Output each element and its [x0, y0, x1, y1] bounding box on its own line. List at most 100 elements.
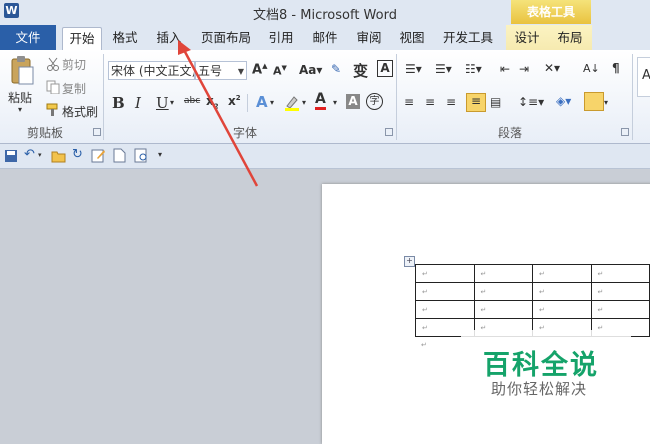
- tab-format[interactable]: 格式: [107, 27, 143, 49]
- edit-icon[interactable]: [91, 148, 106, 166]
- chevron-down-icon[interactable]: ▾: [38, 151, 42, 159]
- inline-separator: [247, 94, 248, 112]
- redo-icon[interactable]: ↻: [72, 147, 83, 162]
- table-cell[interactable]: ↵: [590, 300, 650, 319]
- print-preview-icon[interactable]: [134, 148, 149, 166]
- tab-design[interactable]: 设计: [509, 27, 545, 49]
- line-spacing-icon[interactable]: ↕≡▾: [518, 95, 544, 109]
- watermark-subtitle: 助你轻松解决: [491, 380, 588, 398]
- group-separator: [103, 54, 104, 140]
- tab-page-layout[interactable]: 页面布局: [196, 27, 256, 49]
- cut-button[interactable]: 剪切: [62, 56, 86, 73]
- format-painter-button[interactable]: 格式刷: [62, 103, 98, 120]
- chevron-down-icon[interactable]: ▾: [170, 98, 174, 107]
- tab-developer[interactable]: 开发工具: [437, 27, 499, 49]
- table-cell[interactable]: ↵: [415, 282, 475, 301]
- table-cell[interactable]: ↵: [415, 264, 475, 283]
- italic-icon[interactable]: I: [135, 94, 141, 112]
- table-cell[interactable]: ↵: [415, 300, 475, 319]
- font-color-icon[interactable]: A: [315, 92, 326, 110]
- table-cell[interactable]: ↵: [473, 282, 533, 301]
- paste-icon[interactable]: [9, 55, 35, 87]
- change-case-icon[interactable]: Aa▾: [299, 63, 322, 77]
- font-launcher-icon[interactable]: [385, 128, 393, 136]
- grow-font-icon[interactable]: A▲: [252, 62, 267, 77]
- table-move-handle-icon[interactable]: +: [404, 256, 415, 267]
- table-row: ↵ ↵ ↵ ↵: [415, 300, 650, 319]
- table-cell[interactable]: ↵: [532, 300, 592, 319]
- font-group-label: 字体: [232, 126, 257, 140]
- copy-button[interactable]: 复制: [62, 80, 86, 97]
- table-cell[interactable]: ↵: [590, 282, 650, 301]
- tab-references[interactable]: 引用: [263, 27, 299, 49]
- paragraph-mark: ↵: [421, 341, 427, 349]
- chinese-layout-icon[interactable]: ✕▾: [544, 61, 560, 75]
- chevron-down-icon: ▼: [237, 67, 244, 76]
- shrink-font-icon[interactable]: A▼: [273, 64, 287, 78]
- clipboard-group-label: 剪贴板: [26, 126, 63, 140]
- chevron-down-icon[interactable]: ▾: [302, 98, 306, 107]
- paste-button[interactable]: 粘贴: [8, 89, 32, 106]
- borders-icon[interactable]: [584, 92, 604, 111]
- save-icon[interactable]: [4, 149, 18, 166]
- show-marks-icon[interactable]: ¶: [612, 61, 620, 75]
- tab-insert[interactable]: 插入: [151, 27, 187, 49]
- font-name-value: 宋体 (中文正文): [111, 64, 195, 78]
- chevron-down-icon[interactable]: ▾: [270, 98, 274, 107]
- styles-gallery-preview[interactable]: A: [637, 57, 650, 97]
- clipboard-launcher-icon[interactable]: [93, 128, 101, 136]
- superscript-icon[interactable]: x2: [228, 94, 241, 108]
- character-shading-icon[interactable]: A: [346, 94, 360, 109]
- table-cell[interactable]: ↵: [532, 264, 592, 283]
- tab-file[interactable]: 文件: [0, 25, 56, 50]
- decrease-indent-icon[interactable]: ⇤: [500, 62, 510, 76]
- copy-icon[interactable]: [46, 80, 60, 97]
- paste-dropdown-arrow[interactable]: ▾: [18, 105, 22, 114]
- subscript-icon[interactable]: x2: [206, 94, 219, 110]
- sort-icon[interactable]: A↓: [583, 62, 600, 75]
- tab-layout[interactable]: 布局: [552, 27, 588, 49]
- undo-icon[interactable]: ↶: [24, 147, 35, 162]
- enclose-characters-icon[interactable]: 字: [366, 93, 383, 110]
- underline-icon[interactable]: U: [156, 94, 169, 112]
- character-border-icon[interactable]: A: [377, 60, 393, 77]
- bold-icon[interactable]: B: [112, 94, 125, 112]
- bullets-icon[interactable]: ☰▾: [405, 62, 422, 76]
- numbering-icon[interactable]: ☰▾: [435, 62, 452, 76]
- text-effects-icon[interactable]: A: [256, 93, 268, 111]
- phonetic-guide-icon[interactable]: 变: [353, 60, 368, 81]
- chevron-down-icon[interactable]: ▾: [333, 98, 337, 107]
- align-center-icon[interactable]: ≡: [425, 95, 435, 109]
- align-right-icon[interactable]: ≡: [446, 95, 456, 109]
- tab-view[interactable]: 视图: [394, 27, 430, 49]
- table-row: ↵ ↵ ↵ ↵: [415, 282, 650, 301]
- distributed-icon[interactable]: ▤: [490, 95, 501, 109]
- font-size-combo[interactable]: 五号 ▼: [195, 61, 247, 80]
- justify-icon[interactable]: ≡: [466, 93, 486, 112]
- open-folder-icon[interactable]: [51, 149, 67, 166]
- new-document-icon[interactable]: [113, 148, 126, 166]
- multilevel-list-icon[interactable]: ☷▾: [465, 62, 482, 76]
- format-painter-icon[interactable]: [46, 103, 60, 120]
- clear-formatting-icon[interactable]: ✎: [331, 62, 341, 76]
- highlight-icon[interactable]: [284, 94, 300, 115]
- table-cell[interactable]: ↵: [590, 264, 650, 283]
- chevron-down-icon[interactable]: ▾: [604, 98, 608, 107]
- document-table[interactable]: ↵ ↵ ↵ ↵ ↵ ↵ ↵ ↵ ↵ ↵ ↵ ↵ ↵ ↵ ↵ ↵: [415, 264, 650, 337]
- align-left-icon[interactable]: ≡: [404, 95, 414, 109]
- paragraph-launcher-icon[interactable]: [621, 128, 629, 136]
- shading-icon[interactable]: ◈▾: [556, 94, 571, 108]
- tab-review[interactable]: 审阅: [351, 27, 387, 49]
- customize-toolbar-icon[interactable]: ▾: [158, 150, 162, 159]
- strikethrough-icon[interactable]: abc: [184, 96, 200, 106]
- table-tools-context-label: 表格工具: [511, 0, 591, 24]
- scissors-icon[interactable]: [46, 57, 60, 74]
- table-cell[interactable]: ↵: [473, 300, 533, 319]
- table-cell[interactable]: ↵: [473, 264, 533, 283]
- increase-indent-icon[interactable]: ⇥: [519, 62, 529, 76]
- font-name-combo[interactable]: 宋体 (中文正文): [108, 61, 195, 80]
- tab-mailings[interactable]: 邮件: [307, 27, 343, 49]
- watermark-title: 百科全说: [483, 350, 599, 381]
- tab-home[interactable]: 开始: [62, 27, 102, 51]
- table-cell[interactable]: ↵: [532, 282, 592, 301]
